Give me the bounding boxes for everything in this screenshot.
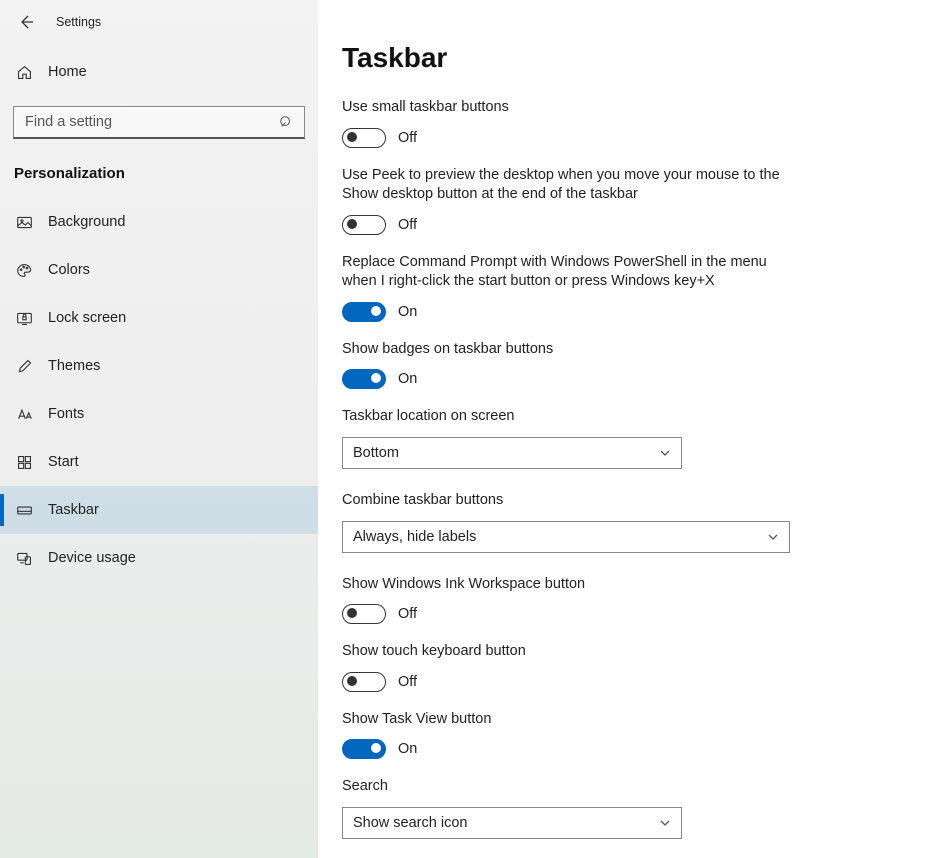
brush-icon	[14, 358, 34, 375]
sidebar-item-label: Background	[48, 214, 125, 230]
setting-powershell: Replace Command Prompt with Windows Powe…	[342, 253, 782, 322]
toggle-state: Off	[398, 606, 417, 622]
sidebar-item-deviceusage[interactable]: Device usage	[0, 534, 318, 582]
toggle-state: On	[398, 741, 417, 757]
device-usage-icon	[14, 550, 34, 567]
setting-badges: Show badges on taskbar buttons On	[342, 340, 782, 390]
toggle-state: Off	[398, 217, 417, 233]
setting-label: Show badges on taskbar buttons	[342, 340, 782, 360]
setting-label: Show Windows Ink Workspace button	[342, 575, 782, 595]
setting-label: Use small taskbar buttons	[342, 98, 782, 118]
sidebar-item-themes[interactable]: Themes	[0, 342, 318, 390]
sidebar-item-start[interactable]: Start	[0, 438, 318, 486]
setting-search: Search Show search icon	[342, 777, 782, 839]
chevron-down-icon	[659, 447, 671, 459]
chevron-down-icon	[659, 817, 671, 829]
toggle-touch-kb[interactable]	[342, 672, 386, 692]
setting-combine: Combine taskbar buttons Always, hide lab…	[342, 491, 782, 553]
dropdown-value: Always, hide labels	[353, 529, 476, 545]
dropdown-search[interactable]: Show search icon	[342, 807, 682, 839]
home-nav[interactable]: Home	[0, 50, 318, 94]
setting-label: Use Peek to preview the desktop when you…	[342, 166, 782, 205]
setting-label: Combine taskbar buttons	[342, 491, 782, 511]
fonts-icon	[14, 406, 34, 423]
app-title: Settings	[56, 15, 101, 29]
page-title: Taskbar	[342, 42, 899, 74]
setting-label: Show touch keyboard button	[342, 642, 782, 662]
section-title: Personalization	[0, 139, 318, 188]
setting-peek: Use Peek to preview the desktop when you…	[342, 166, 782, 235]
sidebar-item-label: Themes	[48, 358, 100, 374]
back-button[interactable]	[14, 10, 38, 34]
setting-ink: Show Windows Ink Workspace button Off	[342, 575, 782, 625]
toggle-small-buttons[interactable]	[342, 128, 386, 148]
toggle-powershell[interactable]	[342, 302, 386, 322]
arrow-left-icon	[18, 14, 34, 30]
toggle-taskview[interactable]	[342, 739, 386, 759]
nav-list: Background Colors Lock screen Themes Fon…	[0, 198, 318, 582]
sidebar-item-label: Lock screen	[48, 310, 126, 326]
search-icon	[268, 115, 304, 129]
palette-icon	[14, 262, 34, 279]
chevron-down-icon	[767, 531, 779, 543]
setting-label: Replace Command Prompt with Windows Powe…	[342, 253, 782, 292]
setting-touch-kb: Show touch keyboard button Off	[342, 642, 782, 692]
toggle-badges[interactable]	[342, 369, 386, 389]
picture-icon	[14, 214, 34, 231]
sidebar-item-colors[interactable]: Colors	[0, 246, 318, 294]
taskbar-icon	[14, 502, 34, 519]
sidebar-item-label: Colors	[48, 262, 90, 278]
titlebar: Settings	[0, 0, 318, 44]
setting-label: Show Task View button	[342, 710, 782, 730]
main-panel: Taskbar Use small taskbar buttons Off Us…	[318, 0, 939, 858]
search-input[interactable]	[14, 114, 268, 130]
toggle-state: On	[398, 371, 417, 387]
sidebar-item-label: Taskbar	[48, 502, 99, 518]
home-icon	[14, 64, 34, 81]
start-icon	[14, 454, 34, 471]
dropdown-value: Show search icon	[353, 815, 467, 831]
dropdown-location[interactable]: Bottom	[342, 437, 682, 469]
toggle-state: Off	[398, 130, 417, 146]
setting-label: Taskbar location on screen	[342, 407, 782, 427]
sidebar-item-fonts[interactable]: Fonts	[0, 390, 318, 438]
search-box[interactable]	[13, 106, 305, 139]
sidebar: Settings Home Personalization Background…	[0, 0, 318, 858]
dropdown-value: Bottom	[353, 445, 399, 461]
lockscreen-icon	[14, 310, 34, 327]
toggle-state: On	[398, 304, 417, 320]
sidebar-item-lockscreen[interactable]: Lock screen	[0, 294, 318, 342]
toggle-ink[interactable]	[342, 604, 386, 624]
sidebar-item-label: Device usage	[48, 550, 136, 566]
dropdown-combine[interactable]: Always, hide labels	[342, 521, 790, 553]
home-label: Home	[48, 64, 87, 80]
toggle-state: Off	[398, 674, 417, 690]
sidebar-item-label: Start	[48, 454, 79, 470]
setting-label: Search	[342, 777, 782, 797]
setting-taskview: Show Task View button On	[342, 710, 782, 760]
sidebar-item-taskbar[interactable]: Taskbar	[0, 486, 318, 534]
setting-location: Taskbar location on screen Bottom	[342, 407, 782, 469]
setting-small-buttons: Use small taskbar buttons Off	[342, 98, 782, 148]
sidebar-item-background[interactable]: Background	[0, 198, 318, 246]
toggle-peek[interactable]	[342, 215, 386, 235]
sidebar-item-label: Fonts	[48, 406, 84, 422]
